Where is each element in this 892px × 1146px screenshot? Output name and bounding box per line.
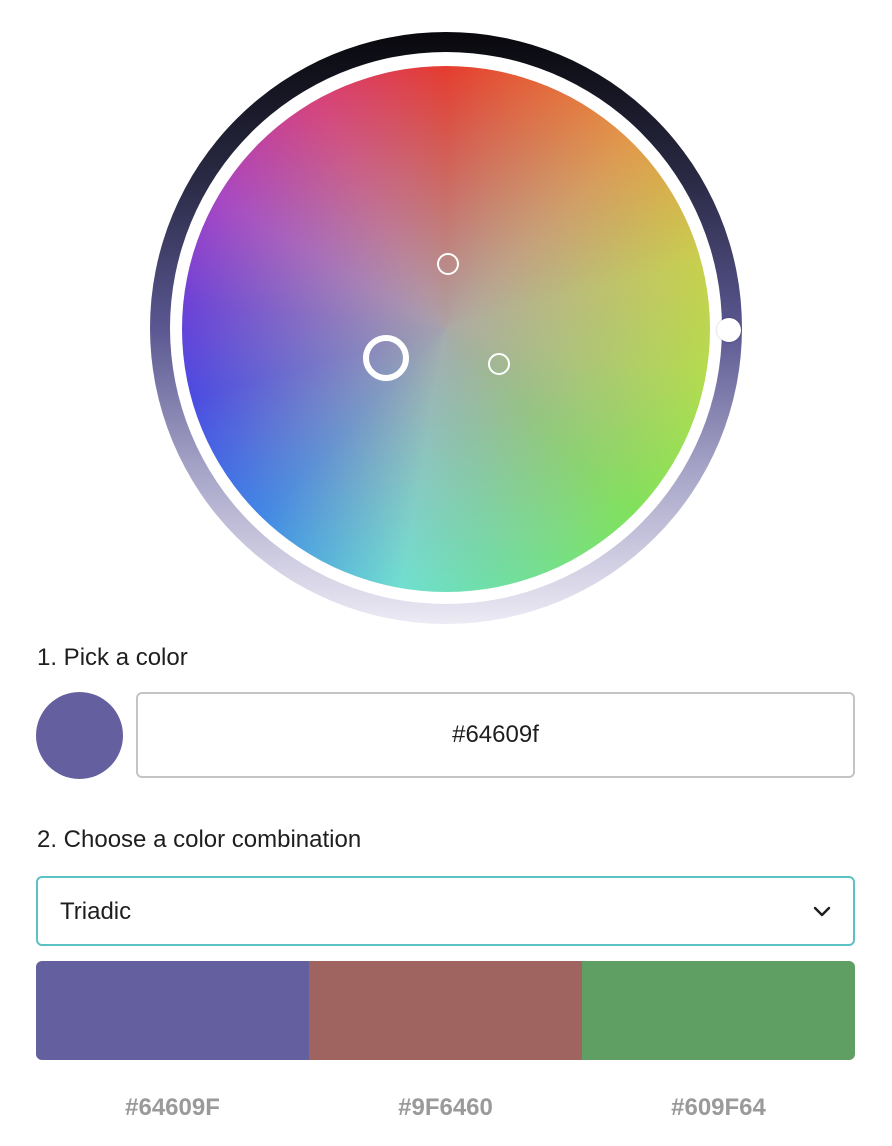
secondary-color-handle[interactable] [437,253,459,275]
chevron-down-icon [813,906,831,917]
palette-codes: #64609F #9F6460 #609F64 [36,1094,855,1122]
palette-code-1[interactable]: #64609F [36,1094,309,1122]
palette-swatches [36,961,855,1060]
choose-combination-label: 2. Choose a color combination [37,826,362,853]
palette-swatch-2[interactable] [309,961,582,1060]
palette-swatch-3[interactable] [582,961,855,1060]
palette-swatch-1[interactable] [36,961,309,1060]
color-wheel[interactable] [150,32,742,624]
palette-code-3[interactable]: #609F64 [582,1094,855,1122]
palette-code-2[interactable]: #9F6460 [309,1094,582,1122]
selected-color-swatch [36,692,123,779]
pick-color-label: 1. Pick a color [37,644,188,671]
brightness-knob[interactable] [717,318,741,342]
combination-selected-value: Triadic [60,898,132,925]
primary-color-handle[interactable] [363,335,409,381]
tertiary-color-handle[interactable] [488,353,510,375]
hue-disc[interactable] [182,66,710,592]
combination-select[interactable]: Triadic [36,876,855,946]
hex-color-input[interactable] [136,692,855,778]
